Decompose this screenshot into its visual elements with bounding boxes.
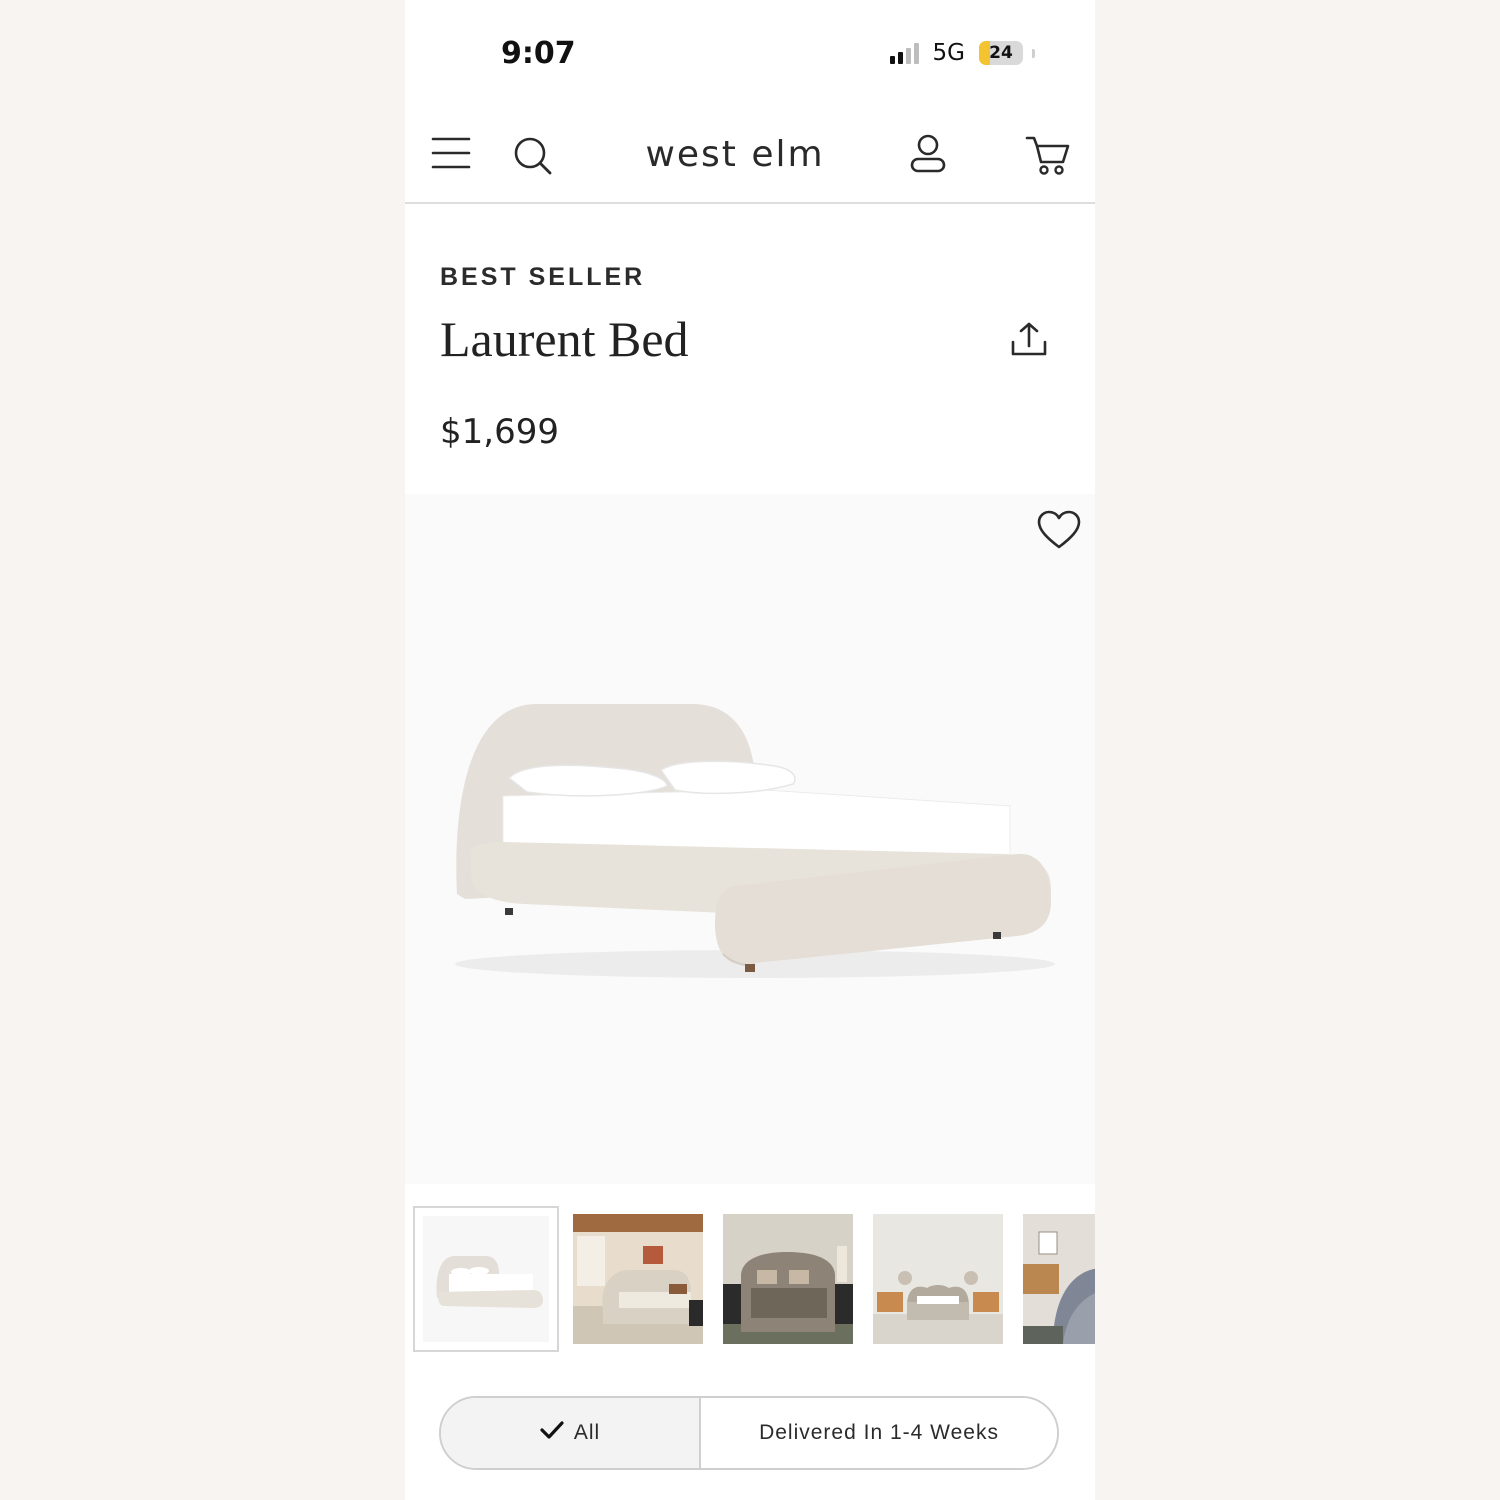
site-logo[interactable]: west elm <box>645 134 824 175</box>
status-indicators: 5G 24 <box>889 40 1035 66</box>
thumbnail-1[interactable] <box>413 1206 559 1352</box>
cart-icon[interactable] <box>1025 134 1071 181</box>
product-hero-image[interactable] <box>405 494 1095 1184</box>
share-icon[interactable] <box>1009 320 1049 365</box>
thumbnail-4[interactable] <box>873 1214 1003 1344</box>
best-seller-badge: BEST SELLER <box>440 263 646 291</box>
phone-screen: 9:07 5G 24 west elm BEST SELLER Laurent … <box>405 0 1095 1500</box>
bed-illustration <box>455 704 1055 978</box>
search-icon[interactable] <box>513 136 553 181</box>
filter-option-delivered-1-4-weeks[interactable]: Delivered In 1-4 Weeks <box>701 1398 1057 1468</box>
menu-icon[interactable] <box>431 136 471 175</box>
thumbnail-2[interactable] <box>573 1214 703 1344</box>
favorite-heart-icon[interactable] <box>1037 510 1081 555</box>
site-header: west elm <box>405 110 1095 204</box>
product-title: Laurent Bed <box>440 311 689 367</box>
signal-icon <box>889 42 919 64</box>
filter-option-all[interactable]: All <box>441 1398 701 1468</box>
thumbnail-5[interactable] <box>1023 1214 1095 1344</box>
product-price: $1,699 <box>440 412 559 452</box>
site-logo-wrap: west elm <box>405 134 1095 175</box>
filter-option-delivery-label: Delivered In 1-4 Weeks <box>759 1421 999 1444</box>
account-icon[interactable] <box>909 134 947 179</box>
delivery-filter-toggle: All Delivered In 1-4 Weeks <box>439 1396 1059 1470</box>
network-type: 5G <box>932 40 965 66</box>
gallery-thumbnails <box>413 1206 1095 1356</box>
filter-option-all-label: All <box>573 1421 601 1444</box>
battery-icon: 24 <box>979 41 1023 65</box>
thumbnail-3[interactable] <box>723 1214 853 1344</box>
status-time: 9:07 <box>501 36 576 71</box>
checkmark-icon <box>540 1420 564 1446</box>
battery-level: 24 <box>989 43 1013 63</box>
